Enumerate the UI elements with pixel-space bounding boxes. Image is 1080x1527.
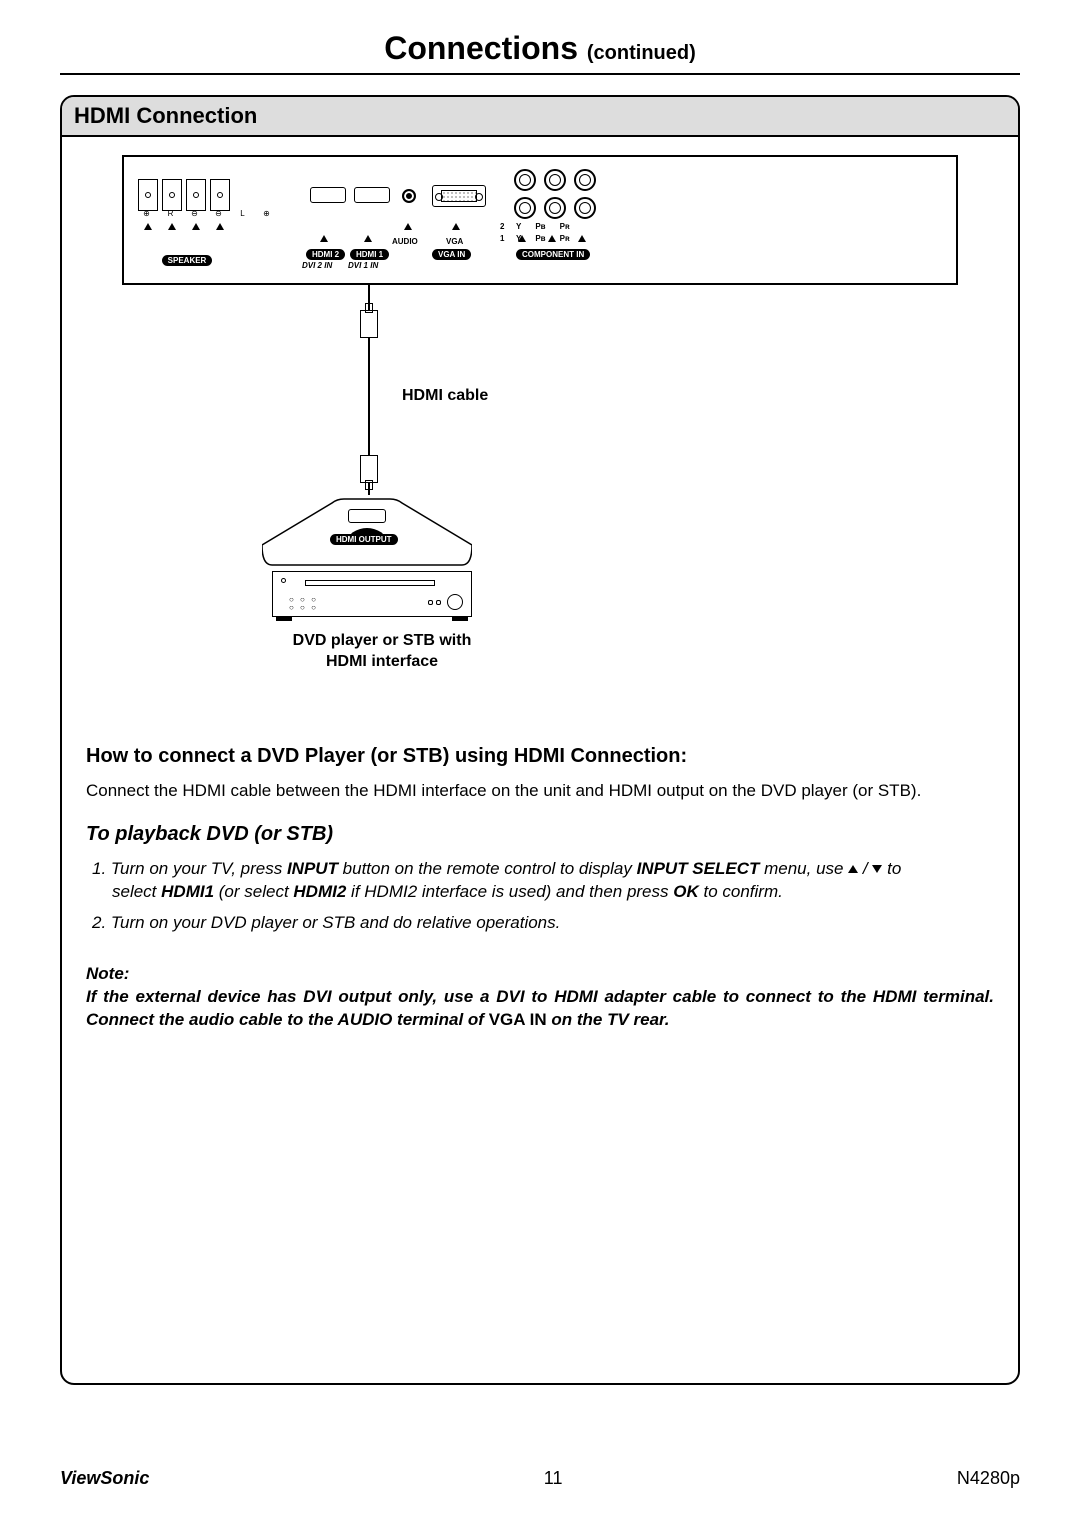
hdmi2-port: [310, 187, 346, 203]
note-block: Note: If the external device has DVI out…: [86, 963, 994, 1032]
page-footer: ViewSonic 11 N4280p: [60, 1468, 1020, 1489]
vga-in-tag: VGA IN: [432, 249, 471, 260]
hdmi-connector-top: [360, 310, 378, 338]
dvi1-label: DVI 1 IN: [348, 261, 378, 270]
step-1-cont: select HDMI1 (or select HDMI2 if HDMI2 i…: [112, 881, 994, 904]
title-main: Connections: [384, 30, 578, 66]
footer-page-number: 11: [544, 1468, 563, 1489]
step-1: 1. Turn on your TV, press INPUT button o…: [92, 858, 994, 881]
hdmi-connector-bottom: [360, 455, 378, 483]
vga-label: VGA: [446, 237, 463, 246]
footer-brand: ViewSonic: [60, 1468, 149, 1489]
audio-jack: [402, 189, 416, 203]
tv-back-panel: ⊕ R ⊖ ⊖ L ⊕ SPEAKER HDMI 2: [122, 155, 958, 285]
down-arrow-icon: [872, 865, 882, 873]
howto-heading: How to connect a DVD Player (or STB) usi…: [86, 743, 994, 770]
vga-port: [432, 185, 486, 207]
speaker-tag: SPEAKER: [162, 255, 213, 266]
footer-model: N4280p: [957, 1468, 1020, 1489]
hdmi1-port: [354, 187, 390, 203]
audio-label: AUDIO: [392, 237, 418, 246]
main-content-box: HDMI Connection: [60, 95, 1020, 1385]
dvi2-label: DVI 2 IN: [302, 261, 332, 270]
section-header: HDMI Connection: [62, 97, 1018, 137]
connection-diagram: ⊕ R ⊖ ⊖ L ⊕ SPEAKER HDMI 2: [122, 155, 958, 715]
title-sub: (continued): [587, 42, 696, 64]
step-2: 2. Turn on your DVD player or STB and do…: [92, 912, 994, 935]
cable-label: HDMI cable: [402, 387, 488, 405]
component-tag: COMPONENT IN: [516, 249, 590, 260]
title-rule: [60, 73, 1020, 75]
speaker-terminals: [138, 179, 230, 211]
instruction-content: How to connect a DVD Player (or STB) usi…: [62, 715, 1018, 1032]
page-title: Connections (continued): [60, 30, 1020, 67]
up-arrow-icon: [848, 865, 858, 873]
port-labels: ⊕ R ⊖ ⊖ L ⊕ SPEAKER HDMI 2: [124, 227, 956, 236]
hdmi2-tag: HDMI 2: [306, 249, 345, 260]
playback-heading: To playback DVD (or STB): [86, 821, 994, 848]
hdmi1-tag: HDMI 1: [350, 249, 389, 260]
hdmi-output-tag: HDMI OUTPUT: [330, 534, 398, 545]
dvd-player: ○ ○ ○○ ○ ○: [272, 571, 472, 617]
hdmi-output-port: [348, 509, 386, 523]
howto-body: Connect the HDMI cable between the HDMI …: [86, 780, 994, 803]
note-label: Note:: [86, 963, 994, 986]
device-label: DVD player or STB with HDMI interface: [272, 631, 492, 673]
